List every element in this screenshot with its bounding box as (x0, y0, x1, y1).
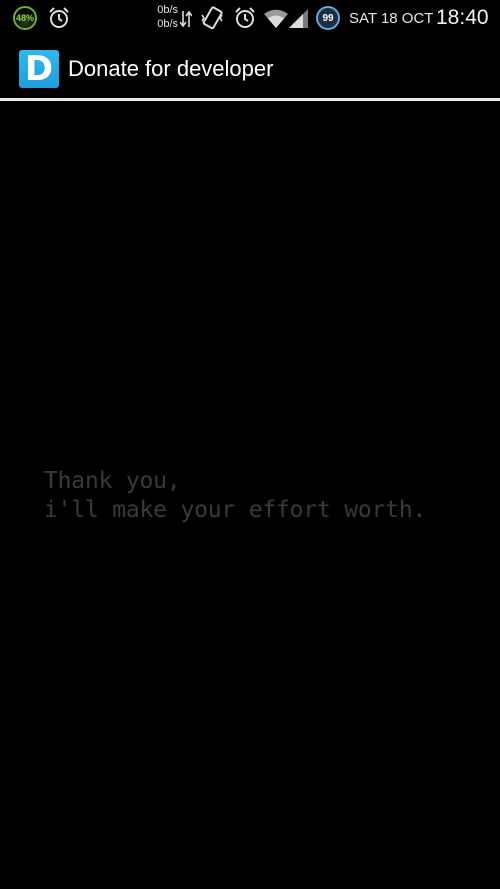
data-transfer-icon (180, 10, 192, 28)
app-icon-letter: D (24, 50, 54, 88)
vibrate-icon (201, 6, 223, 30)
alarm-icon (235, 7, 255, 28)
battery-percent: 48% (15, 13, 34, 23)
battery-icon: 48% (13, 6, 37, 30)
status-bar: 48% 0b/s 0b/s 99 SAT 18 OCT 18:40 (0, 0, 500, 36)
thank-you-line-2: i'll make your effort worth. (44, 497, 427, 523)
network-speed: 0b/s 0b/s (150, 3, 178, 31)
download-speed: 0b/s (157, 18, 178, 30)
notification-count: 99 (322, 12, 334, 24)
thank-you-line-1: Thank you, (44, 468, 181, 494)
status-time: 18:40 (436, 6, 489, 29)
wifi-icon (264, 9, 288, 29)
status-date: SAT 18 OCT (349, 9, 434, 27)
app-icon[interactable]: D (19, 50, 59, 88)
signal-icon (289, 9, 308, 28)
app-title: Donate for developer (68, 56, 274, 81)
notification-badge: 99 (316, 6, 340, 30)
thank-you-message: Thank you, i'll make your effort worth. (44, 467, 426, 525)
alarm-icon (49, 7, 69, 28)
upload-speed: 0b/s (157, 4, 178, 16)
